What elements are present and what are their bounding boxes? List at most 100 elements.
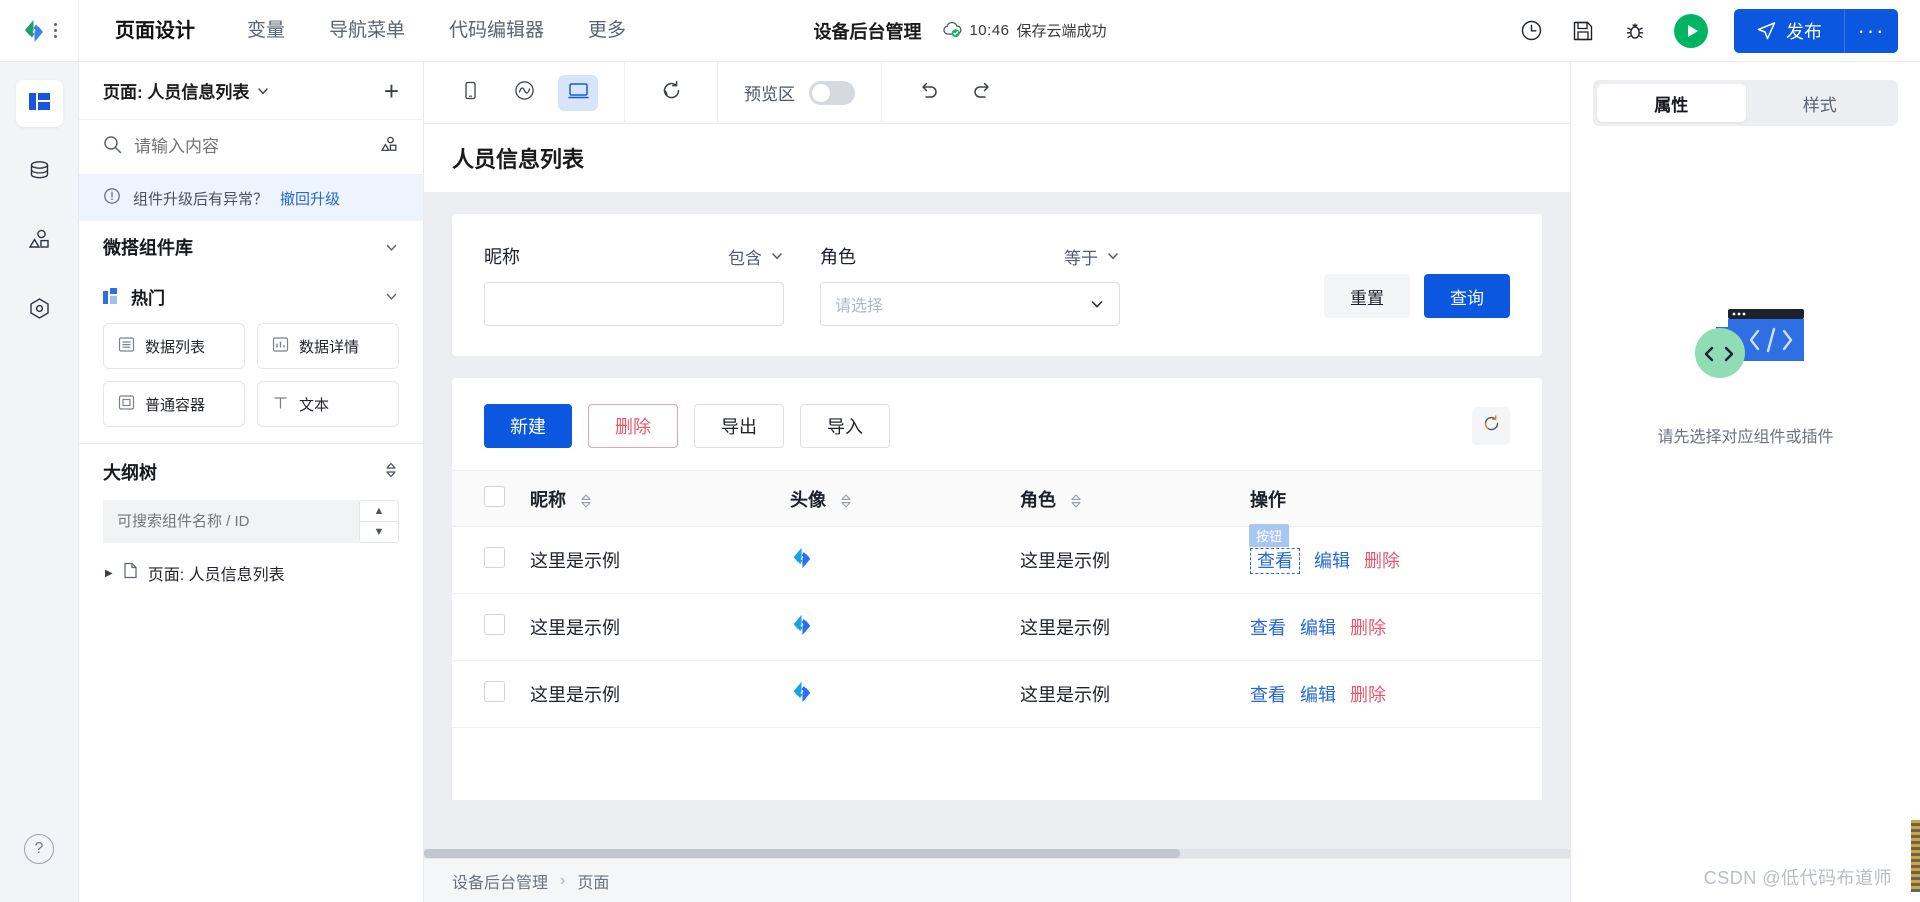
bug-debug-icon[interactable] [1622,18,1648,44]
breadcrumb-item-app[interactable]: 设备后台管理 [452,869,548,893]
search-input[interactable] [134,137,368,157]
row-checkbox[interactable] [484,614,505,635]
group-hot-header[interactable]: 热门 [79,273,423,319]
breadcrumb-separator: › [560,871,566,889]
table-refresh-button[interactable] [1472,407,1510,445]
properties-empty-state: 请先选择对应组件或插件 [1571,126,1920,902]
import-button[interactable]: 导入 [800,404,890,448]
component-card-data-detail[interactable]: 数据详情 [257,323,399,369]
action-edit[interactable]: 编辑 [1314,547,1350,573]
delete-button[interactable]: 删除 [588,404,678,448]
action-view[interactable]: 查看 [1250,614,1286,640]
row-checkbox[interactable] [484,547,505,568]
cloud-check-icon [941,20,962,42]
row-checkbox[interactable] [484,681,505,702]
tab-styles[interactable]: 样式 [1746,84,1895,122]
table-toolbar: 新建 删除 导出 导入 [452,404,1542,470]
cell-avatar [790,660,1020,728]
shapes-icon[interactable] [380,135,399,159]
breadcrumb-item-page[interactable]: 页面 [577,869,609,893]
action-edit[interactable]: 编辑 [1300,681,1336,707]
action-view[interactable]: 查看 [1250,681,1286,707]
th-avatar-label: 头像 [790,489,826,510]
sort-icon[interactable] [580,493,592,509]
filter-role-operator[interactable]: 等于 [1064,244,1120,269]
help-button[interactable]: ? [24,834,54,864]
sort-icon[interactable] [1070,493,1082,509]
action-view[interactable]: 查看 [1250,548,1300,574]
table-row[interactable]: 这里是示例 [452,524,1542,594]
canvas-hscrollbar-thumb[interactable] [424,849,1181,858]
action-delete[interactable]: 删除 [1350,681,1386,707]
action-edit[interactable]: 编辑 [1300,614,1336,640]
chevron-up-icon[interactable]: ▲ [360,501,398,522]
rail-item-data-source[interactable] [16,149,63,196]
filter-role-select[interactable]: 请选择 [820,282,1120,326]
table-row[interactable]: 这里是示例 [452,593,1542,661]
preview-toggle[interactable] [809,80,855,105]
component-card-text[interactable]: 文本 [257,381,399,427]
device-desktop-button[interactable] [558,74,598,111]
header-center-info: 设备后台管理 10:46 保存云端成功 [813,18,1107,44]
save-status-text: 保存云端成功 [1016,23,1107,40]
add-page-button[interactable]: + [384,78,399,104]
filter-search-button[interactable]: 查询 [1424,274,1510,318]
th-nickname[interactable]: 昵称 [530,470,790,527]
select-all-checkbox[interactable] [484,485,505,507]
th-avatar[interactable]: 头像 [790,470,1020,527]
upgrade-notice: 组件升级后有异常？ 撤回升级 [79,175,423,221]
clock-history-icon[interactable] [1518,18,1544,44]
page-selector[interactable]: 页面: 人员信息列表 [103,78,270,103]
group-hot-label: 热门 [131,288,165,308]
menu-item-variables[interactable]: 变量 [225,0,307,62]
device-mobile-button[interactable] [450,75,490,111]
cell-actions: 查看 编辑 删除 [1250,660,1542,728]
device-miniprogram-button[interactable] [504,75,544,111]
table-card: 新建 删除 导出 导入 昵称 头像 角色 操作 这里是示例 这里是示例 按钮 查… [452,378,1542,800]
rail-item-plugins[interactable] [16,287,63,334]
search-icon [103,135,122,159]
menu-item-more[interactable]: 更多 [566,0,648,62]
desktop-icon [567,79,590,107]
grip-dots-icon[interactable] [54,23,57,38]
floppy-save-icon[interactable] [1570,18,1596,44]
menu-item-nav-menu[interactable]: 导航菜单 [307,0,427,62]
weda-avatar-icon [790,547,814,574]
undo-button[interactable] [908,75,948,111]
export-button[interactable]: 导出 [694,404,784,448]
tree-node-page[interactable]: ▶ 页面: 人员信息列表 [79,543,423,585]
chevron-down-icon[interactable]: ▼ [360,522,398,542]
caret-right-icon[interactable]: ▶ [105,568,113,579]
redo-button[interactable] [962,75,1002,111]
rollback-upgrade-link[interactable]: 撤回升级 [280,188,340,209]
filter-reset-button[interactable]: 重置 [1324,274,1410,318]
menu-item-code-editor[interactable]: 代码编辑器 [427,0,566,62]
filter-nickname-input[interactable] [484,282,784,326]
rail-item-components[interactable] [16,218,63,265]
action-delete[interactable]: 删除 [1350,614,1386,640]
sort-updown-icon[interactable] [383,461,399,484]
component-card-container[interactable]: 普通容器 [103,381,245,427]
action-delete[interactable]: 删除 [1364,547,1400,573]
filter-nickname-operator[interactable]: 包含 [728,244,784,269]
canvas-hscrollbar[interactable] [424,849,1570,858]
table-row[interactable]: 这里是示例 [452,660,1542,728]
play-circle-icon[interactable] [1674,13,1708,48]
publish-button[interactable]: 发布 [1734,8,1844,53]
tab-properties[interactable]: 属性 [1597,84,1746,122]
sort-icon[interactable] [840,493,852,509]
new-button[interactable]: 新建 [484,404,572,448]
menu-item-page-design[interactable]: 页面设计 [101,0,225,62]
th-select-all [452,470,530,527]
component-card-data-list[interactable]: 数据列表 [103,323,245,369]
outline-search-input[interactable] [103,500,359,543]
rail-item-page-layout[interactable] [15,80,63,127]
th-role[interactable]: 角色 [1020,470,1250,527]
th-role-label: 角色 [1020,489,1056,510]
publish-more-button[interactable]: ··· [1844,8,1898,53]
table-head: 昵称 头像 角色 操作 [452,470,1542,527]
refresh-canvas-button[interactable] [651,75,691,111]
weda-logo-icon[interactable] [21,18,47,44]
component-library-header[interactable]: 微搭组件库 [79,221,423,273]
info-circle-icon [103,187,121,209]
